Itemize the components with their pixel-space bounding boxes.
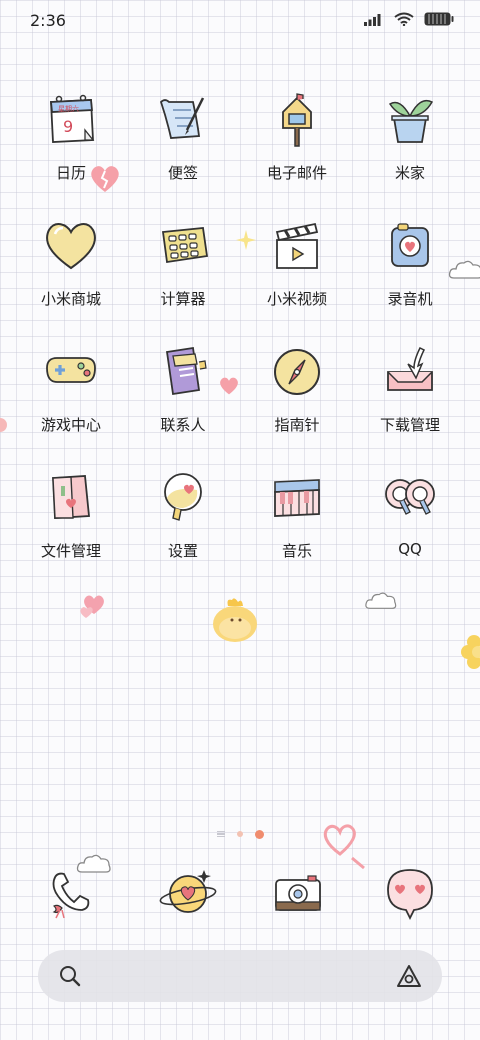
calendar-day: 9	[63, 117, 73, 136]
app-calculator[interactable]: 计算器	[127, 216, 239, 326]
dock-messages[interactable]	[370, 852, 450, 932]
download-tray-icon	[387, 346, 433, 391]
app-label: 米家	[394, 164, 425, 182]
app-mistore[interactable]: 小米商城	[15, 216, 127, 326]
app-video[interactable]: 小米视频	[241, 216, 353, 326]
app-calendar[interactable]: 星期六 9 日历	[15, 90, 127, 200]
calendar-weekday: 星期六	[58, 104, 79, 113]
app-label: 小米视频	[266, 290, 327, 308]
dock-phone[interactable]	[32, 852, 112, 932]
app-email[interactable]: 电子邮件	[241, 90, 353, 200]
battery-icon	[424, 12, 454, 26]
plant-pot-icon	[388, 99, 434, 143]
wifi-icon	[394, 12, 414, 26]
app-files[interactable]: 文件管理	[15, 468, 127, 578]
cloud-icon	[365, 592, 397, 609]
page-list-icon[interactable]	[216, 830, 225, 838]
assistant-icon[interactable]	[396, 964, 422, 988]
planet-icon	[159, 870, 217, 913]
clapperboard-icon	[275, 222, 319, 269]
app-label: 指南针	[274, 416, 320, 434]
settings-bulb-icon	[164, 473, 202, 521]
status-bar: 2:36	[0, 0, 480, 42]
app-settings[interactable]: 设置	[127, 468, 239, 578]
app-label: 便签	[167, 164, 198, 182]
notes-icon	[159, 97, 205, 139]
app-compass[interactable]: 指南针	[241, 342, 353, 452]
contact-book-icon	[165, 346, 207, 396]
phone-icon	[52, 872, 90, 919]
compass-icon	[274, 349, 320, 395]
gamepad-icon	[46, 357, 96, 383]
app-label: QQ	[398, 540, 422, 558]
app-games[interactable]: 游戏中心	[15, 342, 127, 452]
page-indicator[interactable]	[0, 824, 480, 844]
page-dot[interactable]	[236, 831, 243, 837]
app-label: 电子邮件	[266, 164, 327, 182]
app-label: 计算器	[160, 290, 206, 308]
calendar-icon: 星期六 9	[50, 94, 95, 143]
flower-edge-icon	[0, 418, 7, 432]
piano-icon	[274, 479, 320, 517]
chick-mascot-icon	[213, 598, 257, 642]
signal-icon	[364, 14, 381, 26]
app-mihome[interactable]: 米家	[354, 90, 466, 200]
app-label: 录音机	[387, 290, 433, 308]
app-music[interactable]: 音乐	[241, 468, 353, 578]
calculator-icon	[161, 227, 209, 264]
camera-icon	[275, 875, 321, 911]
mailbox-icon	[282, 93, 312, 147]
heart-icon	[46, 223, 96, 270]
yellow-flower-icon	[461, 635, 480, 669]
search-bar[interactable]	[38, 950, 442, 1002]
app-recorder[interactable]: 录音机	[354, 216, 466, 326]
app-label: 联系人	[160, 416, 206, 434]
page-dot-active[interactable]	[254, 829, 264, 839]
app-label: 设置	[167, 542, 198, 560]
status-time: 2:36	[30, 11, 66, 30]
app-label: 小米商城	[40, 290, 101, 308]
recorder-icon	[391, 223, 429, 267]
app-label: 音乐	[281, 542, 312, 560]
app-qq[interactable]: QQ	[354, 468, 466, 578]
app-label: 下载管理	[379, 416, 440, 434]
dock-camera[interactable]	[258, 852, 338, 932]
dock-browser[interactable]	[148, 852, 228, 932]
message-bubble-icon	[387, 869, 433, 921]
folder-icon	[52, 475, 90, 519]
double-heart-icon	[80, 595, 104, 618]
app-label: 游戏中心	[40, 416, 101, 434]
search-icon[interactable]	[58, 964, 82, 988]
qq-icon	[385, 479, 435, 515]
app-downloads[interactable]: 下载管理	[354, 342, 466, 452]
app-label: 日历	[55, 164, 86, 182]
app-notes[interactable]: 便签	[127, 90, 239, 200]
app-label: 文件管理	[40, 542, 101, 560]
app-contacts[interactable]: 联系人	[127, 342, 239, 452]
